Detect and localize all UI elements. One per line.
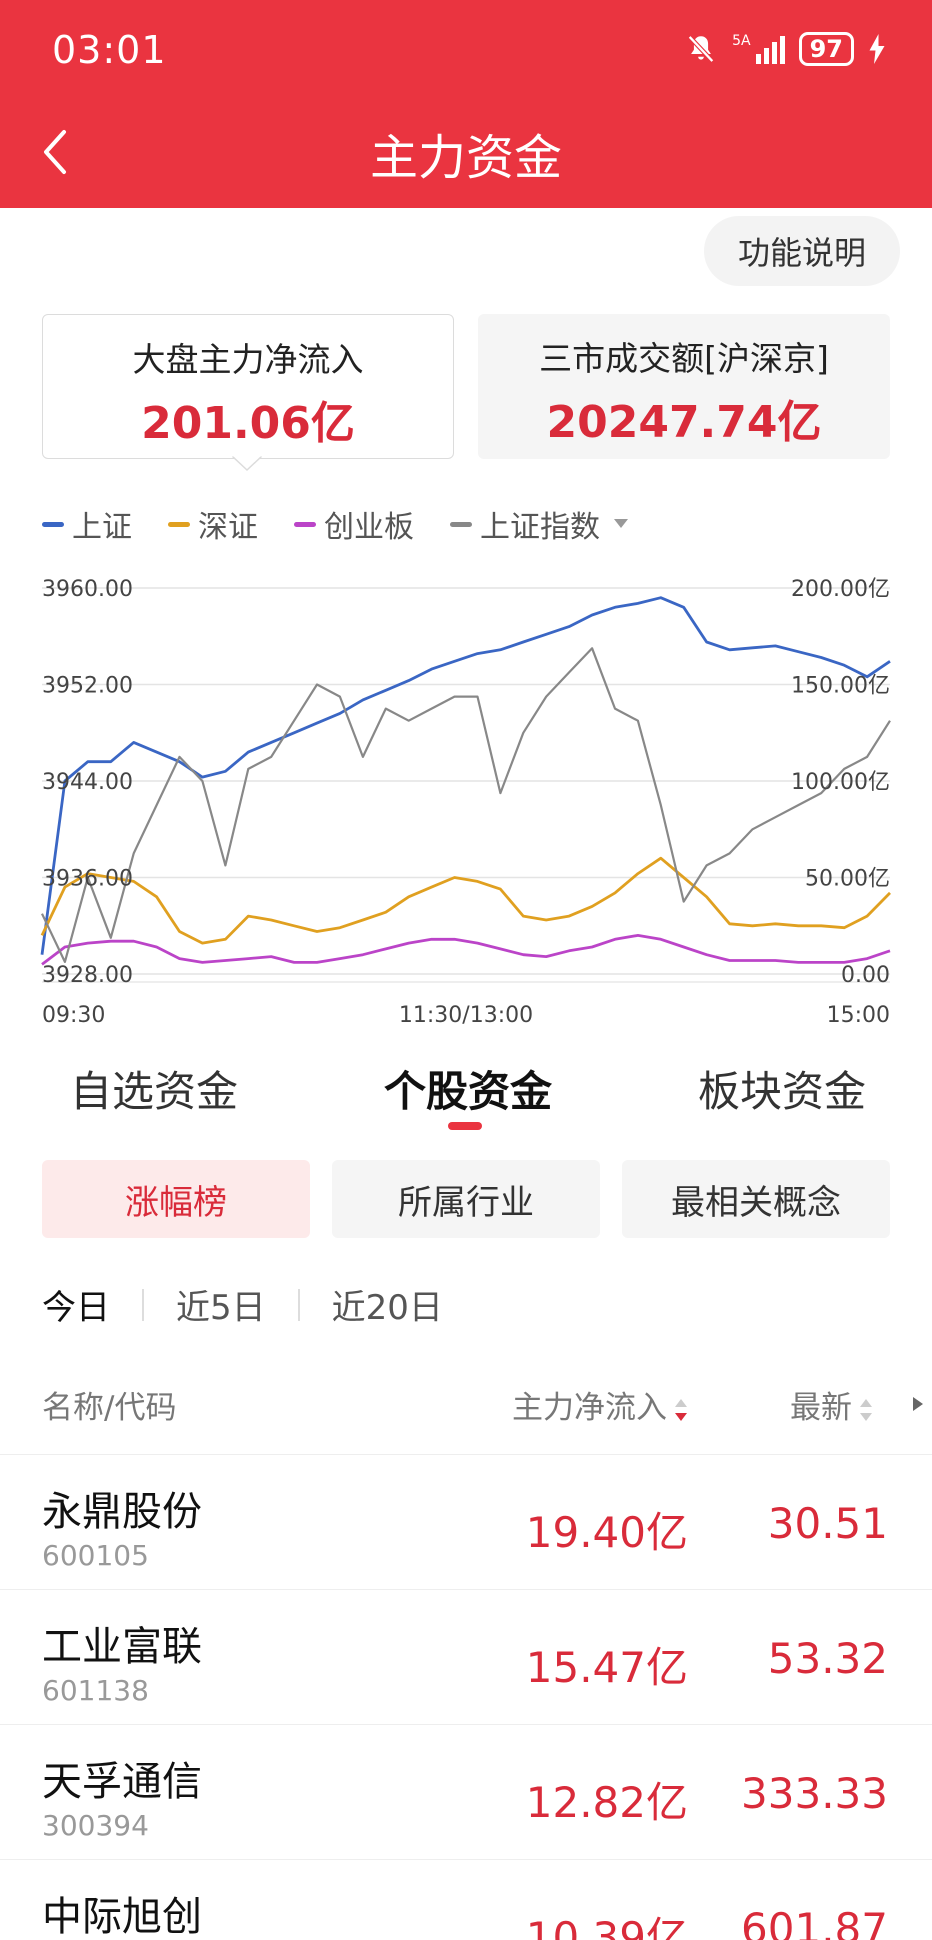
x-tick-label: 11:30/13:00 xyxy=(399,1003,533,1028)
tab-sector-funds[interactable]: 板块资金 xyxy=(698,1058,866,1119)
left-tick-label: 3960.00 xyxy=(42,577,133,602)
legend-swatch xyxy=(450,521,472,527)
legend-item-sh[interactable]: 上证 xyxy=(42,502,132,546)
legend-label: 深证 xyxy=(198,510,258,545)
scroll-right-icon[interactable] xyxy=(912,1396,924,1412)
legend-item-cyb[interactable]: 创业板 xyxy=(294,502,414,546)
col-header-flow[interactable]: 主力净流入 xyxy=(512,1382,689,1427)
signal-icon: 5A xyxy=(732,33,785,64)
subtab-industry[interactable]: 所属行业 xyxy=(332,1160,600,1238)
x-tick-label: 09:30 xyxy=(42,1003,105,1028)
main-tabs: 自选资金 个股资金 板块资金 xyxy=(0,1058,932,1128)
stock-code: 600105 xyxy=(42,1539,149,1572)
stock-net-inflow: 10.39亿 xyxy=(525,1913,688,1940)
legend-item-sz[interactable]: 深证 xyxy=(168,502,258,546)
subtab-gainers[interactable]: 涨幅榜 xyxy=(42,1160,310,1238)
stock-name: 永鼎股份 xyxy=(42,1489,202,1535)
x-tick-label: 15:00 xyxy=(827,1003,890,1028)
legend-label: 上证指数 xyxy=(480,510,600,545)
table-row[interactable]: 工业富联 601138 15.47亿 53.32 xyxy=(0,1589,932,1723)
stock-price: 333.33 xyxy=(741,1769,888,1818)
left-tick-label: 3936.00 xyxy=(42,867,133,892)
dropdown-triangle-icon xyxy=(614,519,628,528)
period-5d[interactable]: 近5日 xyxy=(144,1280,298,1329)
table-row[interactable]: 永鼎股份 600105 19.40亿 30.51 xyxy=(0,1454,932,1588)
legend-swatch xyxy=(168,521,190,527)
chart-legend: 上证 深证 创业板 上证指数 xyxy=(42,502,628,546)
tab-stock-funds[interactable]: 个股资金 xyxy=(384,1058,552,1119)
left-tick-label: 3928.00 xyxy=(42,963,133,988)
turnover-label: 三市成交额[沪深京] xyxy=(539,339,829,378)
status-icons: 5A 97 xyxy=(684,32,886,66)
stock-name: 中际旭创 xyxy=(42,1894,202,1940)
col-header-flow-label: 主力净流入 xyxy=(512,1390,667,1426)
series-line-深证 xyxy=(40,856,891,945)
function-help-button[interactable]: 功能说明 xyxy=(704,216,900,286)
col-header-name: 名称/代码 xyxy=(42,1390,177,1426)
subtab-concept[interactable]: 最相关概念 xyxy=(622,1160,890,1238)
stock-net-inflow: 19.40亿 xyxy=(525,1508,688,1557)
stock-name: 工业富联 xyxy=(42,1624,202,1670)
battery-level: 97 xyxy=(809,35,843,63)
col-header-price[interactable]: 最新 xyxy=(790,1382,874,1427)
left-tick-label: 3952.00 xyxy=(42,674,133,699)
net-inflow-label: 大盘主力净流入 xyxy=(132,340,364,379)
tab-watchlist-funds[interactable]: 自选资金 xyxy=(70,1058,238,1119)
top-bar: 03:01 5A 97 主力资金 xyxy=(0,0,932,208)
active-tab-indicator xyxy=(448,1122,482,1130)
col-header-price-label: 最新 xyxy=(790,1390,852,1426)
sort-desc-icon xyxy=(675,1398,687,1421)
legend-label: 上证 xyxy=(72,510,132,545)
period-20d[interactable]: 近20日 xyxy=(300,1280,475,1329)
main-fund-flow-chart[interactable]: 3960.00 3952.00 3944.00 3936.00 3928.00 200.0… xyxy=(0,560,932,1040)
net-inflow-value: 201.06亿 xyxy=(141,398,355,449)
stock-code: 601138 xyxy=(42,1674,149,1707)
series-line-创业板 xyxy=(41,933,891,966)
stock-price: 601.87 xyxy=(741,1904,888,1940)
bell-muted-icon xyxy=(688,35,715,63)
legend-swatch xyxy=(294,521,316,527)
page-title: 主力资金 xyxy=(369,130,562,186)
stock-name: 天孚通信 xyxy=(42,1759,202,1805)
turnover-card[interactable]: 三市成交额[沪深京] 20247.74亿 xyxy=(478,314,890,459)
stock-code: 300394 xyxy=(42,1809,149,1842)
table-row[interactable]: 天孚通信 300394 12.82亿 333.33 xyxy=(0,1724,932,1858)
table-row[interactable]: 中际旭创 10.39亿 601.87 xyxy=(0,1859,932,1940)
right-tick-label: 100.00亿 xyxy=(791,770,890,795)
legend-swatch xyxy=(42,521,64,527)
stock-net-inflow: 12.82亿 xyxy=(525,1778,688,1827)
stock-price: 30.51 xyxy=(767,1499,888,1548)
sort-icon xyxy=(860,1398,872,1421)
legend-item-index[interactable]: 上证指数 xyxy=(450,502,628,546)
network-type: 5A xyxy=(732,33,751,49)
net-inflow-card[interactable]: 大盘主力净流入 201.06亿 xyxy=(42,314,454,459)
period-today[interactable]: 今日 xyxy=(42,1280,142,1329)
period-selector: 今日 近5日 近20日 xyxy=(42,1280,475,1329)
left-tick-label: 3944.00 xyxy=(42,770,133,795)
battery-icon: 97 xyxy=(798,32,854,66)
right-tick-label: 200.00亿 xyxy=(791,577,890,602)
charging-icon xyxy=(869,34,885,64)
right-tick-label: 50.00亿 xyxy=(805,867,890,892)
legend-label: 创业板 xyxy=(324,510,414,545)
right-tick-label: 0.00 xyxy=(841,963,890,988)
status-time: 03:01 xyxy=(52,28,167,72)
turnover-value: 20247.74亿 xyxy=(546,397,822,448)
card-pointer-icon xyxy=(232,456,262,472)
right-tick-label: 150.00亿 xyxy=(791,674,890,699)
stock-net-inflow: 15.47亿 xyxy=(525,1643,688,1692)
stock-price: 53.32 xyxy=(767,1634,888,1683)
